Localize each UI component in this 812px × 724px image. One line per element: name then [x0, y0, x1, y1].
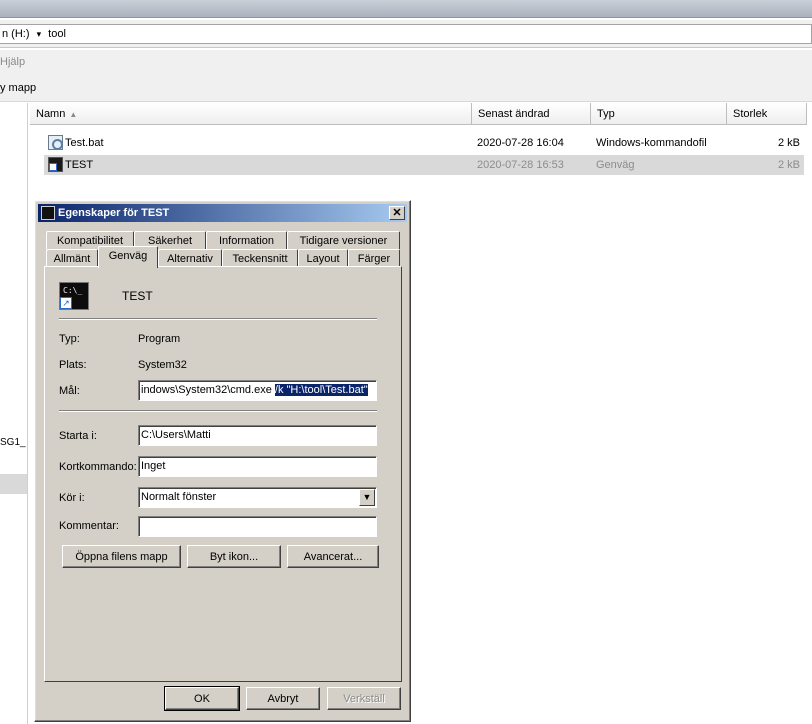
cancel-button[interactable]: Avbryt	[246, 687, 320, 710]
sort-ascending-icon: ▲	[69, 110, 78, 119]
open-file-location-button[interactable]: Öppna filens mapp	[62, 545, 181, 568]
file-size: 2 kB	[777, 137, 800, 149]
breadcrumb-folder[interactable]: tool	[48, 28, 66, 40]
tab-shortcut[interactable]: Genväg	[98, 246, 158, 268]
menu-bar: Hjälp	[0, 50, 812, 74]
apply-button[interactable]: Verkställ	[327, 687, 401, 710]
separator	[59, 410, 377, 412]
breadcrumb-chevron-icon[interactable]: ▾	[37, 29, 42, 39]
window-titlebar	[0, 0, 812, 18]
target-field[interactable]: indows\System32\cmd.exe /k "H:\tool\Test…	[138, 380, 377, 401]
change-icon-button[interactable]: Byt ikon...	[187, 545, 281, 568]
nav-selected-item[interactable]	[0, 474, 27, 494]
file-type: Windows-kommandofil	[596, 137, 707, 149]
comment-label: Kommentar:	[59, 520, 119, 532]
start-in-field[interactable]: C:\Users\Matti	[138, 425, 377, 446]
tab-colors[interactable]: Färger	[348, 249, 400, 267]
file-type: Genväg	[596, 159, 635, 171]
target-label: Mål:	[59, 385, 80, 397]
column-header-size[interactable]: Storlek	[727, 103, 807, 125]
tab-details[interactable]: Information	[206, 231, 287, 249]
shortcut-arrow-icon: ↗	[60, 297, 72, 309]
hotkey-field[interactable]: Inget	[138, 456, 377, 477]
breadcrumb-drive[interactable]: n (H:)	[2, 28, 30, 40]
file-name: Test.bat	[65, 137, 104, 149]
tab-layout[interactable]: Layout	[298, 249, 348, 267]
type-value: Program	[138, 333, 181, 345]
location-value: System32	[138, 359, 187, 371]
run-select-value: Normalt fönster	[141, 491, 217, 503]
navigation-pane[interactable]: SG1_	[0, 103, 28, 724]
start-in-label: Starta i:	[59, 430, 97, 442]
ok-button[interactable]: OK	[164, 686, 240, 711]
command-bar: y mapp	[0, 74, 812, 102]
tab-options[interactable]: Alternativ	[158, 249, 222, 267]
separator	[59, 318, 377, 320]
tab-previous-versions[interactable]: Tidigare versioner	[287, 231, 400, 249]
file-modified: 2020-07-28 16:04	[477, 137, 564, 149]
file-modified: 2020-07-28 16:53	[477, 159, 564, 171]
hotkey-label: Kortkommando:	[59, 461, 137, 473]
shortcut-name: TEST	[122, 289, 153, 303]
type-label: Typ:	[59, 333, 80, 345]
nav-item[interactable]: SG1_	[0, 437, 26, 448]
address-bar: n (H:) ▾ tool	[0, 20, 812, 48]
column-header-name[interactable]: Namn ▲	[30, 103, 472, 125]
target-text-selected: /k "H:\tool\Test.bat"	[274, 384, 368, 396]
shortcut-icon	[48, 157, 63, 172]
cmd-shortcut-icon: C:\_ ↗	[59, 282, 89, 310]
file-size: 2 kB	[777, 159, 800, 171]
run-select[interactable]: Normalt fönster ▼	[138, 487, 377, 508]
console-icon	[41, 206, 55, 220]
comment-field[interactable]	[138, 516, 377, 537]
tab-font[interactable]: Teckensnitt	[222, 249, 298, 267]
advanced-button[interactable]: Avancerat...	[287, 545, 379, 568]
file-name: TEST	[65, 159, 94, 171]
run-label: Kör i:	[59, 492, 85, 504]
menu-help[interactable]: Hjälp	[0, 56, 25, 68]
column-header-modified[interactable]: Senast ändrad	[472, 103, 591, 125]
tab-general[interactable]: Allmänt	[46, 249, 98, 267]
target-text: indows\System32\cmd.exe	[141, 384, 275, 396]
column-header-type[interactable]: Typ	[591, 103, 727, 125]
location-label: Plats:	[59, 359, 87, 371]
dialog-titlebar[interactable]: Egenskaper för TEST ✕	[38, 204, 407, 222]
chevron-down-icon[interactable]: ▼	[359, 489, 375, 506]
address-breadcrumb[interactable]: n (H:) ▾ tool	[0, 24, 812, 44]
dialog-title: Egenskaper för TEST	[58, 207, 170, 219]
file-row[interactable]: Test.bat 2020-07-28 16:04 Windows-komman…	[44, 133, 804, 153]
file-row[interactable]: TEST 2020-07-28 16:53 Genväg 2 kB	[44, 155, 804, 175]
new-folder-button[interactable]: y mapp	[0, 82, 36, 94]
close-icon[interactable]: ✕	[389, 206, 405, 220]
batch-file-icon	[48, 135, 63, 150]
